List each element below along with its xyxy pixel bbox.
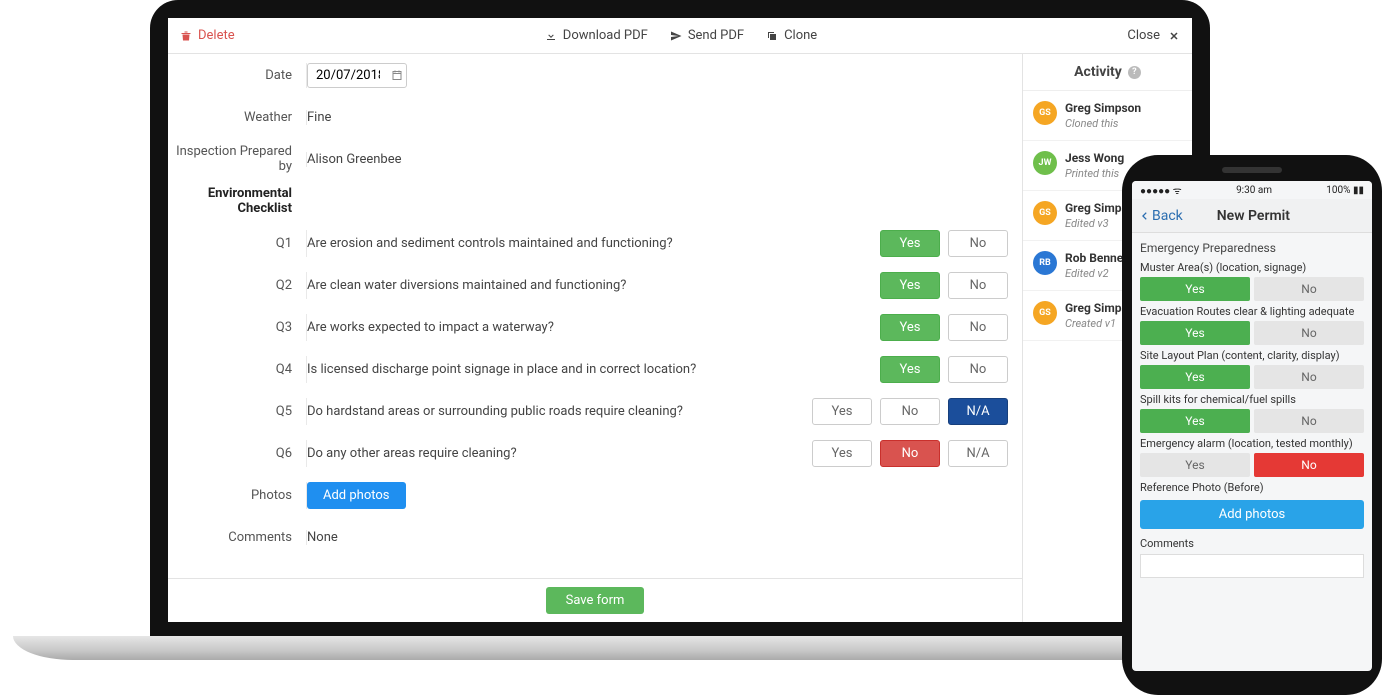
phone-comments-input[interactable] (1140, 554, 1364, 578)
phone-frame: ●●●●● ᯤ 9:30 am 100% ▮▮ Back New Permit … (1122, 155, 1382, 695)
phone-choice-no[interactable]: No (1254, 453, 1364, 477)
photos-label: Photos (168, 488, 306, 503)
choice-na[interactable]: N/A (948, 440, 1008, 467)
choice-yes[interactable]: Yes (812, 440, 872, 467)
status-bar: ●●●●● ᯤ 9:30 am 100% ▮▮ (1132, 181, 1372, 199)
send-pdf-button[interactable]: Send PDF (670, 28, 744, 43)
checklist-header: Environmental Checklist (168, 186, 306, 216)
phone-choice-yes[interactable]: Yes (1140, 321, 1250, 345)
phone-comments-label: Comments (1140, 537, 1364, 550)
activity-user: Greg Simpson (1065, 101, 1141, 115)
phone-choice-yes[interactable]: Yes (1140, 409, 1250, 433)
activity-item[interactable]: GS Greg Simpson Cloned this (1023, 91, 1192, 141)
comments-value: None (306, 530, 1022, 545)
phone-question-text: Evacuation Routes clear & lighting adequ… (1140, 305, 1364, 318)
phone-choice-no[interactable]: No (1254, 321, 1364, 345)
phone-question-text: Muster Area(s) (location, signage) (1140, 261, 1364, 274)
choice-no[interactable]: No (948, 230, 1008, 257)
save-form-button[interactable]: Save form (546, 587, 645, 614)
toolbar: Delete Download PDF Send PDF Clone Close (168, 18, 1192, 54)
question-id: Q1 (168, 236, 306, 251)
choice-no[interactable]: No (880, 440, 940, 467)
question-text: Do hardstand areas or surrounding public… (307, 404, 683, 419)
clone-button[interactable]: Clone (766, 28, 817, 43)
phone-screen: ●●●●● ᯤ 9:30 am 100% ▮▮ Back New Permit … (1132, 181, 1372, 671)
date-label: Date (168, 68, 306, 83)
question-id: Q3 (168, 320, 306, 335)
laptop-screen: Delete Download PDF Send PDF Clone Close (168, 18, 1192, 622)
send-label: Send PDF (688, 28, 744, 43)
activity-action: Cloned this (1065, 117, 1141, 130)
choice-no[interactable]: No (948, 356, 1008, 383)
clone-label: Clone (784, 28, 817, 43)
trash-icon (180, 30, 192, 42)
phone-add-photos-button[interactable]: Add photos (1140, 500, 1364, 529)
phone-question-text: Emergency alarm (location, tested monthl… (1140, 437, 1364, 450)
choice-no[interactable]: No (948, 314, 1008, 341)
phone-choice-yes[interactable]: Yes (1140, 365, 1250, 389)
weather-label: Weather (168, 110, 306, 125)
avatar: GS (1033, 201, 1057, 225)
download-pdf-button[interactable]: Download PDF (545, 28, 648, 43)
comments-label: Comments (168, 530, 306, 545)
phone-section-header: Emergency Preparedness (1140, 241, 1364, 255)
question-text: Is licensed discharge point signage in p… (307, 362, 696, 377)
laptop-frame: Delete Download PDF Send PDF Clone Close (150, 0, 1210, 640)
choice-no[interactable]: No (948, 272, 1008, 299)
phone-nav: Back New Permit (1132, 199, 1372, 233)
prepared-by-value: Alison Greenbee (306, 152, 1022, 167)
status-time: 9:30 am (1236, 185, 1272, 196)
phone-question-text: Spill kits for chemical/fuel spills (1140, 393, 1364, 406)
delete-label: Delete (198, 28, 235, 43)
avatar: RB (1033, 251, 1057, 275)
question-id: Q5 (168, 404, 306, 419)
close-label: Close (1127, 28, 1160, 43)
download-icon (545, 30, 557, 42)
phone-question-text: Site Layout Plan (content, clarity, disp… (1140, 349, 1364, 362)
avatar: JW (1033, 151, 1057, 175)
weather-value: Fine (306, 110, 1022, 125)
phone-choice-no[interactable]: No (1254, 409, 1364, 433)
form-area: Date Weather Fine (168, 54, 1022, 622)
choice-yes[interactable]: Yes (880, 230, 940, 257)
activity-heading: Activity (1074, 64, 1122, 80)
clone-icon (766, 30, 778, 42)
choice-yes[interactable]: Yes (880, 356, 940, 383)
choice-yes[interactable]: Yes (880, 272, 940, 299)
activity-action: Printed this (1065, 167, 1124, 180)
calendar-icon[interactable] (391, 69, 403, 81)
question-text: Are erosion and sediment controls mainta… (307, 236, 673, 251)
question-id: Q2 (168, 278, 306, 293)
choice-no[interactable]: No (880, 398, 940, 425)
avatar: GS (1033, 301, 1057, 325)
question-text: Are clean water diversions maintained an… (307, 278, 626, 293)
delete-button[interactable]: Delete (180, 28, 235, 43)
signal-icon: ●●●●● ᯤ (1140, 183, 1182, 197)
choice-na[interactable]: N/A (948, 398, 1008, 425)
phone-choice-no[interactable]: No (1254, 277, 1364, 301)
choice-yes[interactable]: Yes (812, 398, 872, 425)
question-id: Q4 (168, 362, 306, 377)
phone-choice-yes[interactable]: Yes (1140, 277, 1250, 301)
ref-photo-label: Reference Photo (Before) (1140, 481, 1364, 494)
add-photos-button[interactable]: Add photos (307, 482, 406, 509)
activity-user: Jess Wong (1065, 151, 1124, 165)
phone-choice-yes[interactable]: Yes (1140, 453, 1250, 477)
phone-choice-no[interactable]: No (1254, 365, 1364, 389)
send-icon (670, 30, 682, 42)
avatar: GS (1033, 101, 1057, 125)
question-text: Are works expected to impact a waterway? (307, 320, 554, 335)
close-icon (1168, 30, 1180, 42)
battery-pct: 100% (1326, 185, 1350, 196)
help-icon[interactable]: ? (1128, 66, 1141, 79)
question-text: Do any other areas require cleaning? (307, 446, 517, 461)
phone-title: New Permit (1143, 208, 1364, 224)
close-button[interactable]: Close (1127, 28, 1180, 43)
question-id: Q6 (168, 446, 306, 461)
download-label: Download PDF (563, 28, 648, 43)
choice-yes[interactable]: Yes (880, 314, 940, 341)
phone-speaker (1222, 167, 1282, 173)
prepared-by-label: Inspection Prepared by (168, 144, 306, 174)
